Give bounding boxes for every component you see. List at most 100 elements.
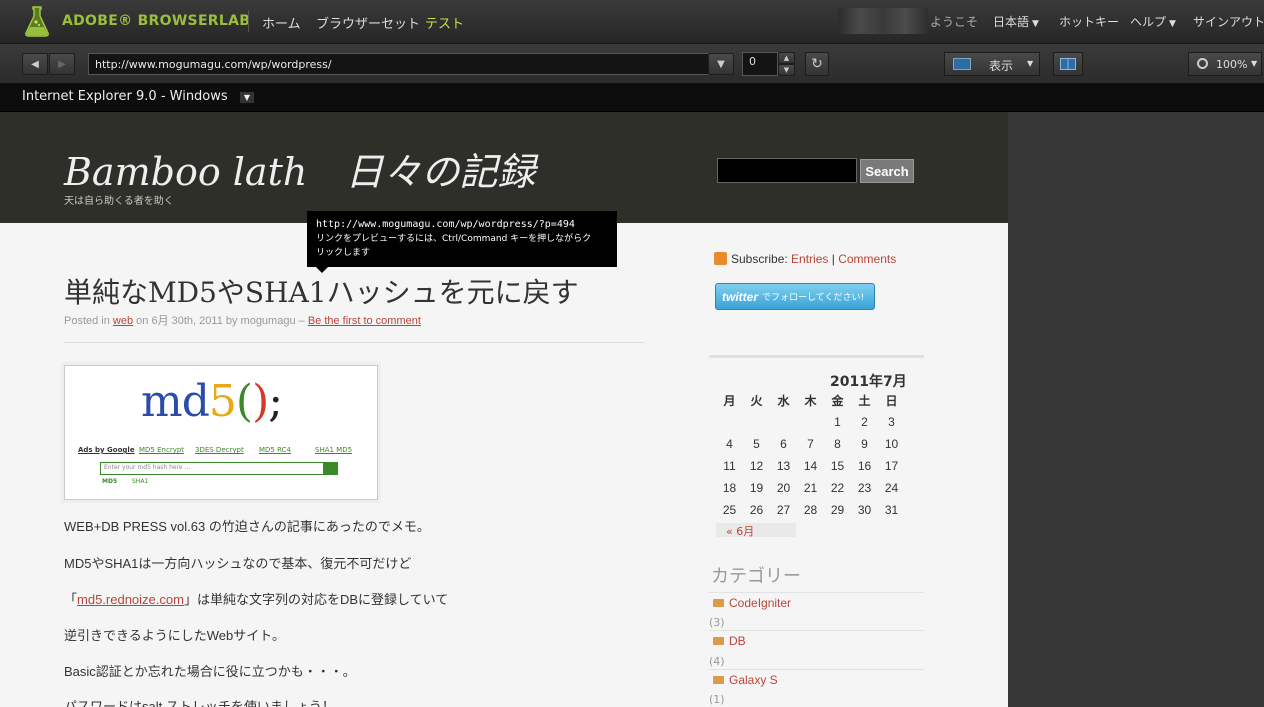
hotkeys-link[interactable]: ホットキー: [1059, 13, 1119, 30]
ads-link: MD5 RC4: [259, 446, 291, 454]
md5-site-link[interactable]: md5.rednoize.com: [77, 592, 184, 607]
category-name[interactable]: CodeIgniter: [729, 596, 791, 610]
chevron-down-icon: ▼: [1169, 19, 1176, 29]
post-title[interactable]: 単純なMD5やSHA1ハッシュを元に戻す: [64, 271, 579, 311]
help-menu[interactable]: ヘルプ ▼: [1130, 13, 1176, 30]
weekday: 木: [804, 393, 817, 408]
calendar-divider: [709, 355, 924, 358]
calendar-day: 28: [803, 503, 818, 517]
calendar-day: 5: [753, 437, 760, 451]
comment-link[interactable]: Be the first to comment: [308, 315, 421, 327]
site-title[interactable]: Bamboo lath 日々の記録: [64, 141, 535, 196]
category-item[interactable]: CodeIgniter: [709, 592, 924, 612]
post-paragraph: WEB+DB PRESS vol.63 の竹迫さんの記事にあったのでメモ。: [64, 519, 430, 534]
calendar-day: [797, 411, 824, 433]
meta-date-author: on 6月 30th, 2011 by mogumagu –: [133, 315, 308, 327]
calendar-day: 12: [749, 459, 764, 473]
calendar-day: 4: [726, 437, 733, 451]
subscribe-box: Subscribe: Entries | Comments: [714, 252, 896, 266]
weekday: 日: [885, 393, 898, 408]
calendar-day: 3: [888, 415, 895, 429]
weekday: 火: [750, 393, 763, 408]
nav-browser-sets[interactable]: ブラウザーセット: [316, 13, 420, 32]
hash-tab-md5: MD5: [102, 478, 118, 485]
calendar-week: 11 12 13 14 15 16 17: [716, 455, 905, 477]
language-menu[interactable]: 日本語 ▼: [993, 13, 1039, 30]
url-input[interactable]: http://www.mogumagu.com/wp/wordpress/: [88, 53, 710, 75]
calendar-day: 16: [857, 459, 872, 473]
calendar-day: 11: [723, 459, 736, 473]
calendar-day: [716, 411, 743, 433]
delay-input[interactable]: 0: [742, 52, 778, 76]
chevron-down-icon: ▼: [1251, 59, 1258, 68]
delay-decrement-button[interactable]: ▼: [778, 64, 795, 76]
calendar-day: 21: [803, 481, 818, 495]
forward-button[interactable]: ▶: [49, 53, 75, 75]
zoom-label: 100%: [1216, 58, 1248, 71]
post-divider: [64, 342, 644, 343]
language-label: 日本語: [993, 15, 1030, 29]
calendar-day: 26: [749, 503, 764, 517]
entries-feed-link[interactable]: Entries: [791, 252, 828, 266]
categories-heading: カテゴリー: [711, 566, 801, 587]
subscribe-separator: |: [828, 252, 839, 266]
calendar-day: 20: [776, 481, 791, 495]
calendar-day: [770, 411, 797, 433]
post-meta: Posted in web on 6月 30th, 2011 by moguma…: [64, 312, 421, 328]
zoom-select[interactable]: 100% ▼: [1188, 52, 1262, 76]
back-button[interactable]: ◀: [22, 53, 48, 75]
category-link[interactable]: web: [113, 315, 133, 327]
view-mode-select[interactable]: 表示 ▼: [944, 52, 1040, 76]
refresh-button[interactable]: ↻: [805, 52, 829, 76]
welcome-text: ようこそ: [930, 15, 979, 29]
browser-bar: Internet Explorer 9.0 - Windows ▼: [0, 84, 1264, 112]
calendar-day: 22: [830, 481, 845, 495]
tooltip-url: http://www.mogumagu.com/wp/wordpress/?p=…: [316, 219, 575, 230]
meta-posted-label: Posted in: [64, 315, 113, 327]
magnifier-icon: [1197, 58, 1208, 69]
md5-logo: md5();: [141, 376, 283, 427]
site-header: Bamboo lath 日々の記録 天は自ら助くる者を助く Search: [0, 112, 1008, 223]
category-item[interactable]: DB: [709, 630, 924, 650]
calendar-day: 17: [884, 459, 899, 473]
calendar-prev-month-link[interactable]: « 6月: [716, 523, 796, 538]
signout-link[interactable]: サインアウト: [1193, 13, 1264, 30]
viewport-gutter: [1008, 112, 1264, 707]
calendar-week: 1 2 3: [716, 411, 905, 433]
category-name[interactable]: Galaxy S: [729, 673, 778, 687]
weekday: 水: [777, 393, 790, 408]
nav-test[interactable]: テスト: [425, 13, 464, 32]
split-view-button[interactable]: [1053, 52, 1083, 76]
site-search-input[interactable]: [717, 158, 857, 183]
brand-title: ADOBE® BROWSERLAB: [62, 13, 251, 29]
calendar-week: 25 26 27 28 29 30 31: [716, 499, 905, 521]
site-search-button[interactable]: Search: [860, 159, 914, 183]
username-redacted: [838, 8, 928, 34]
nav-home[interactable]: ホーム: [262, 13, 301, 32]
calendar-day: 8: [834, 437, 841, 451]
twitter-follow-button[interactable]: twitter でフォローしてください!: [715, 283, 875, 310]
hash-go-button: [323, 462, 338, 475]
tooltip-arrow: [316, 267, 328, 273]
browser-select[interactable]: Internet Explorer 9.0 - Windows ▼: [14, 87, 262, 109]
arrow-right-icon: ▶: [58, 58, 66, 70]
calendar-day: 29: [830, 503, 845, 517]
weekday: 月: [723, 393, 736, 408]
md5-site-screenshot: md5(); Ads by Google MD5 Encrypt 3DES De…: [64, 365, 378, 500]
comments-feed-link[interactable]: Comments: [838, 252, 896, 266]
url-history-dropdown[interactable]: ▼: [708, 53, 734, 75]
category-item[interactable]: Galaxy S: [709, 669, 924, 689]
calendar-day: 14: [803, 459, 818, 473]
weekday: 土: [858, 393, 871, 408]
calendar-weekdays: 月 火 水 木 金 土 日: [716, 389, 905, 411]
delay-increment-button[interactable]: ▲: [778, 52, 795, 64]
flask-logo-icon: [25, 6, 49, 37]
chevron-down-icon: ▼: [717, 58, 725, 70]
category-name[interactable]: DB: [729, 634, 746, 648]
tooltip-text: リンクをプレビューするには、Ctrl/Command キーを押しながらク: [316, 234, 592, 244]
calendar-day: 9: [861, 437, 868, 451]
calendar-day: 15: [830, 459, 845, 473]
calendar-day: [743, 411, 770, 433]
top-bar: ADOBE® BROWSERLAB ホーム ブラウザーセット テスト ようこそ …: [0, 0, 1264, 44]
calendar-week: 4 5 6 7 8 9 10: [716, 433, 905, 455]
